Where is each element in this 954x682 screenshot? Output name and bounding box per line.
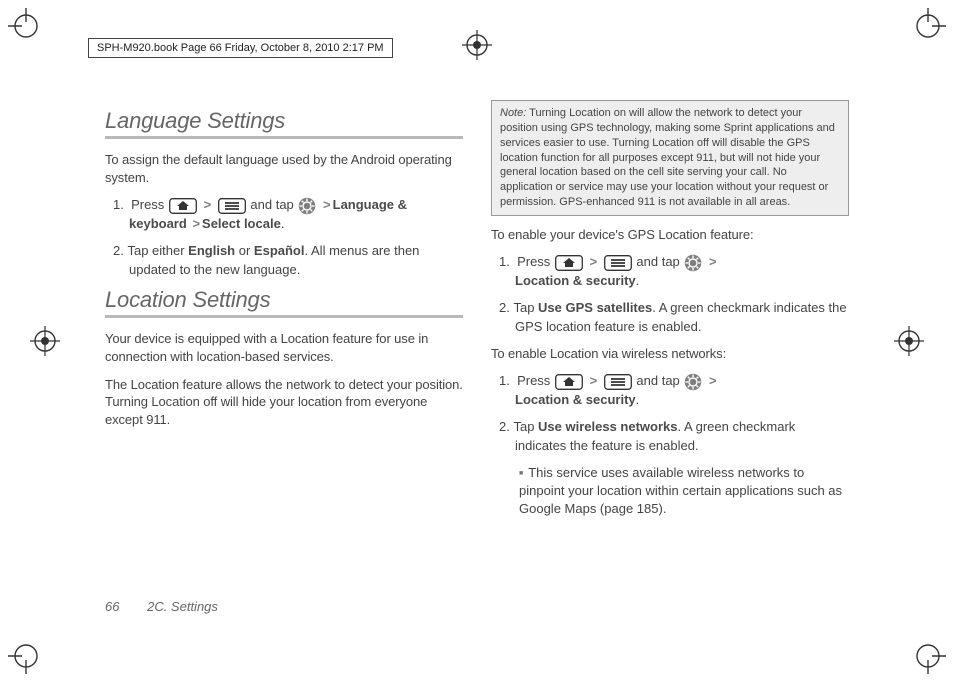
chevron-icon: >: [323, 197, 331, 212]
text: and tap: [636, 254, 679, 269]
note-box: Note: Turning Location on will allow the…: [491, 100, 849, 216]
note-body: Turning Location on will allow the netwo…: [500, 107, 835, 208]
page-body: Language Settings To assign the default …: [105, 100, 849, 622]
registration-mark-icon: [30, 326, 60, 356]
steps-gps: 1. Press > and tap > Location & security…: [491, 253, 849, 336]
option-espanol: Español: [254, 243, 305, 258]
crop-mark-icon: [8, 8, 44, 44]
crop-mark-icon: [910, 638, 946, 674]
text: or: [235, 243, 254, 258]
page-number: 66: [105, 599, 119, 614]
chevron-icon: >: [590, 373, 598, 388]
step-2: 2. Tap Use GPS satellites. A green check…: [491, 299, 849, 337]
menu-key-icon: [604, 374, 632, 390]
text: and tap: [250, 197, 293, 212]
column-left: Language Settings To assign the default …: [105, 100, 463, 622]
paragraph: The Location feature allows the network …: [105, 376, 463, 429]
option-use-gps: Use GPS satellites: [538, 300, 652, 315]
chevron-icon: >: [709, 254, 717, 269]
settings-gear-icon: [684, 254, 702, 272]
text: Tap: [513, 419, 538, 434]
home-key-icon: [169, 198, 197, 214]
heading-language-settings: Language Settings: [105, 108, 463, 134]
text: and tap: [636, 373, 679, 388]
heading-location-settings: Location Settings: [105, 287, 463, 313]
step-1: 1. Press > and tap > Location & security…: [491, 372, 849, 410]
step-1: 1. Press > and tap > Location & security…: [491, 253, 849, 291]
option-use-wireless: Use wireless networks: [538, 419, 677, 434]
chevron-icon: >: [204, 197, 212, 212]
text: Tap: [513, 300, 538, 315]
crop-mark-icon: [910, 8, 946, 44]
menu-path: Location & security: [515, 273, 636, 288]
text: Press: [517, 254, 550, 269]
home-key-icon: [555, 374, 583, 390]
settings-gear-icon: [298, 197, 316, 215]
option-english: English: [188, 243, 235, 258]
registration-mark-icon: [894, 326, 924, 356]
menu-path: Select locale: [202, 216, 281, 231]
text: Press: [517, 373, 550, 388]
chevron-icon: >: [709, 373, 717, 388]
pdf-header-stamp: SPH-M920.book Page 66 Friday, October 8,…: [88, 38, 393, 58]
chevron-icon: >: [192, 216, 200, 231]
page-footer: 66 2C. Settings: [105, 599, 218, 614]
steps-language: 1. Press > and tap >Language & keyboard …: [105, 196, 463, 279]
settings-gear-icon: [684, 373, 702, 391]
step-2: 2. Tap either English or Español. All me…: [105, 242, 463, 280]
home-key-icon: [555, 255, 583, 271]
text: Tap either: [127, 243, 188, 258]
crop-mark-icon: [8, 638, 44, 674]
heading-rule: [105, 136, 463, 139]
column-right: Note: Turning Location on will allow the…: [491, 100, 849, 622]
step-1: 1. Press > and tap >Language & keyboard …: [105, 196, 463, 234]
note-label: Note:: [500, 107, 526, 119]
sub-bullet: This service uses available wireless net…: [491, 464, 849, 519]
chevron-icon: >: [590, 254, 598, 269]
text: Press: [131, 197, 164, 212]
menu-path: Location & security: [515, 392, 636, 407]
registration-mark-icon: [462, 30, 492, 60]
heading-rule: [105, 315, 463, 318]
paragraph: To enable your device's GPS Location fea…: [491, 226, 849, 244]
menu-key-icon: [604, 255, 632, 271]
menu-key-icon: [218, 198, 246, 214]
section-label: 2C. Settings: [147, 599, 218, 614]
steps-wireless: 1. Press > and tap > Location & security…: [491, 372, 849, 455]
step-2: 2. Tap Use wireless networks. A green ch…: [491, 418, 849, 456]
paragraph: To enable Location via wireless networks…: [491, 345, 849, 363]
paragraph: Your device is equipped with a Location …: [105, 330, 463, 365]
paragraph: To assign the default language used by t…: [105, 151, 463, 186]
